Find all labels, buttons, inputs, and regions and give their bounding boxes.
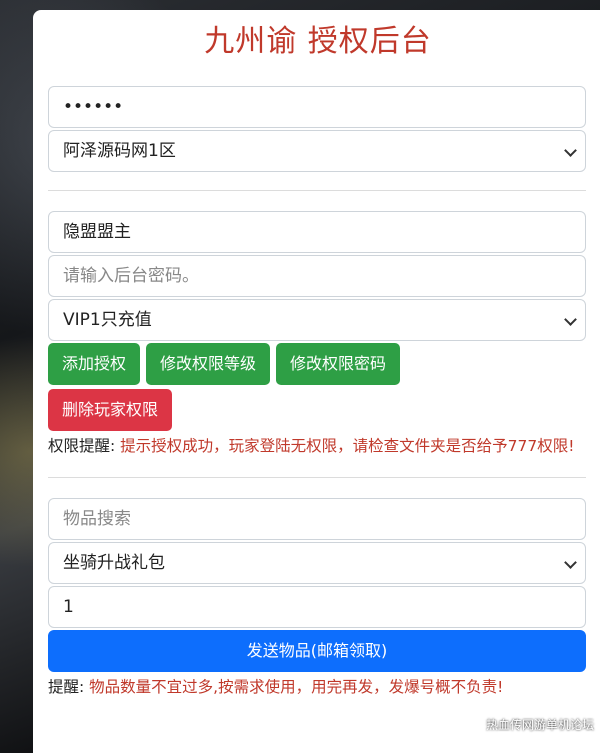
item-notice: 提醒: 物品数量不宜过多,按需求使用，用完再发，发爆号概不负责!: [48, 674, 588, 700]
auth-panel: 九州谕 授权后台 •••••• 阿泽源码网1区 隐盟盟主 请输入后台密码。 VI…: [33, 10, 600, 753]
send-item-button[interactable]: 发送物品(邮箱领取): [48, 630, 586, 672]
item-notice-label: 提醒:: [48, 678, 85, 696]
auth-notice-message: 提示授权成功，玩家登陆无权限，请检查文件夹是否给予777权限!: [120, 437, 575, 455]
section-divider: [48, 190, 586, 191]
player-name-field[interactable]: 隐盟盟主: [48, 211, 586, 253]
page-title: 九州谕 授权后台: [204, 24, 432, 59]
delete-auth-button[interactable]: 删除玩家权限: [48, 389, 173, 431]
item-select[interactable]: 坐骑升战礼包: [48, 542, 586, 584]
password-field[interactable]: ••••••: [48, 86, 586, 128]
server-select[interactable]: 阿泽源码网1区: [48, 130, 586, 172]
item-search-input[interactable]: 物品搜索: [48, 498, 586, 540]
item-notice-message: 物品数量不宜过多,按需求使用，用完再发，发爆号概不负责!: [89, 678, 504, 696]
modify-level-button[interactable]: 修改权限等级: [146, 343, 271, 385]
quantity-input[interactable]: 1: [48, 586, 586, 628]
admin-password-field[interactable]: 请输入后台密码。: [48, 255, 586, 297]
add-auth-button[interactable]: 添加授权: [48, 343, 141, 385]
auth-notice-label: 权限提醒:: [48, 437, 116, 455]
watermark: 热血传网游单机论坛: [485, 718, 594, 732]
section-divider: [48, 477, 586, 478]
auth-notice: 权限提醒: 提示授权成功，玩家登陆无权限，请检查文件夹是否给予777权限!: [48, 433, 588, 459]
vip-level-select[interactable]: VIP1只充值: [48, 299, 586, 341]
auth-button-row: 添加授权 修改权限等级 修改权限密码: [48, 343, 588, 385]
modify-password-button[interactable]: 修改权限密码: [276, 343, 401, 385]
